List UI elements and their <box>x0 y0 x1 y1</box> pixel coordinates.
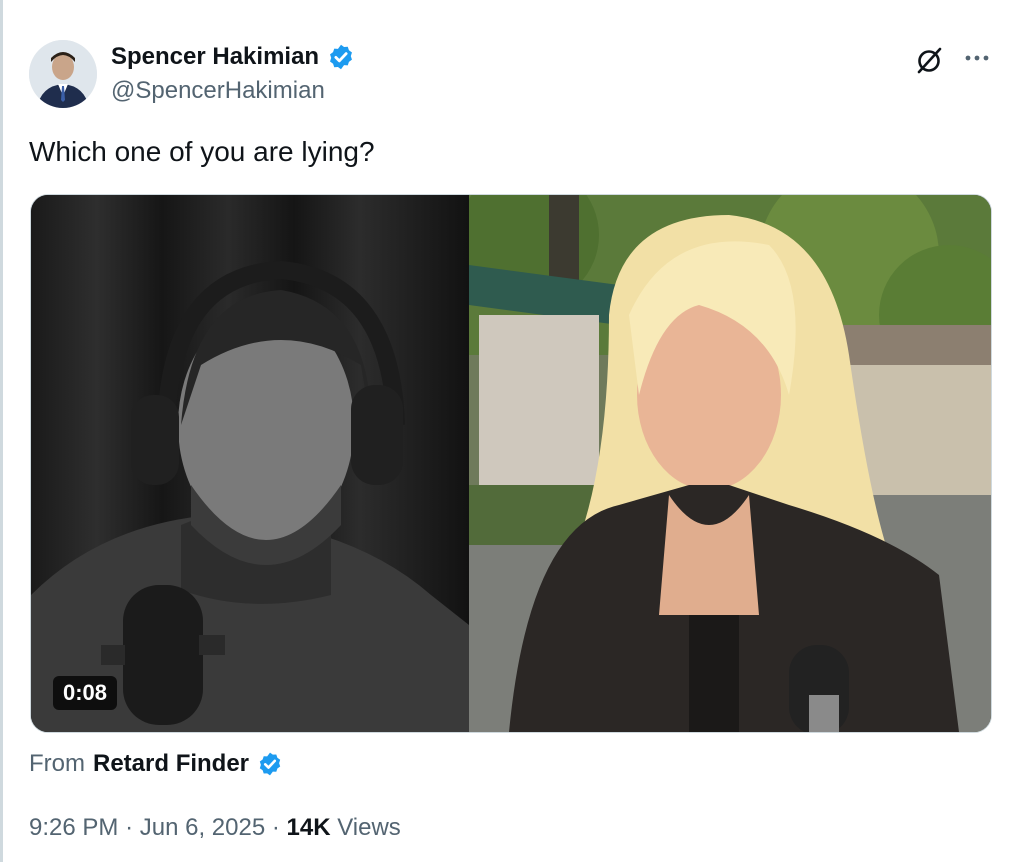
meta-separator: · <box>125 814 134 841</box>
video-frame-right <box>469 195 991 732</box>
author-name-row[interactable]: Spencer Hakimian <box>111 42 355 72</box>
video-duration: 0:08 <box>53 676 118 710</box>
author-display-name[interactable]: Spencer Hakimian <box>111 42 319 72</box>
more-icon[interactable] <box>961 42 993 74</box>
video-player[interactable]: 0:08 <box>30 194 992 733</box>
tweet-card: Spencer Hakimian @SpencerHakimian Which … <box>0 0 1028 862</box>
tweet-meta: 9:26 PM · Jun 6, 2025 · 14K Views <box>29 812 401 844</box>
verified-icon <box>259 752 281 776</box>
author-handle[interactable]: @SpencerHakimian <box>111 76 325 106</box>
source-prefix: From <box>29 750 85 777</box>
meta-separator: · <box>271 814 280 841</box>
source-name[interactable]: Retard Finder <box>93 748 249 780</box>
views-count[interactable]: 14K <box>287 814 331 841</box>
avatar[interactable] <box>29 40 97 108</box>
grok-icon[interactable] <box>913 44 945 76</box>
views-label[interactable]: Views <box>337 814 401 841</box>
tweet-text: Which one of you are lying? <box>29 136 375 167</box>
source-attribution: From Retard Finder <box>29 748 283 780</box>
video-frame-left <box>31 195 469 732</box>
verified-icon <box>330 44 353 70</box>
tweet-time[interactable]: 9:26 PM <box>29 814 118 841</box>
tweet-date[interactable]: Jun 6, 2025 <box>140 814 265 841</box>
